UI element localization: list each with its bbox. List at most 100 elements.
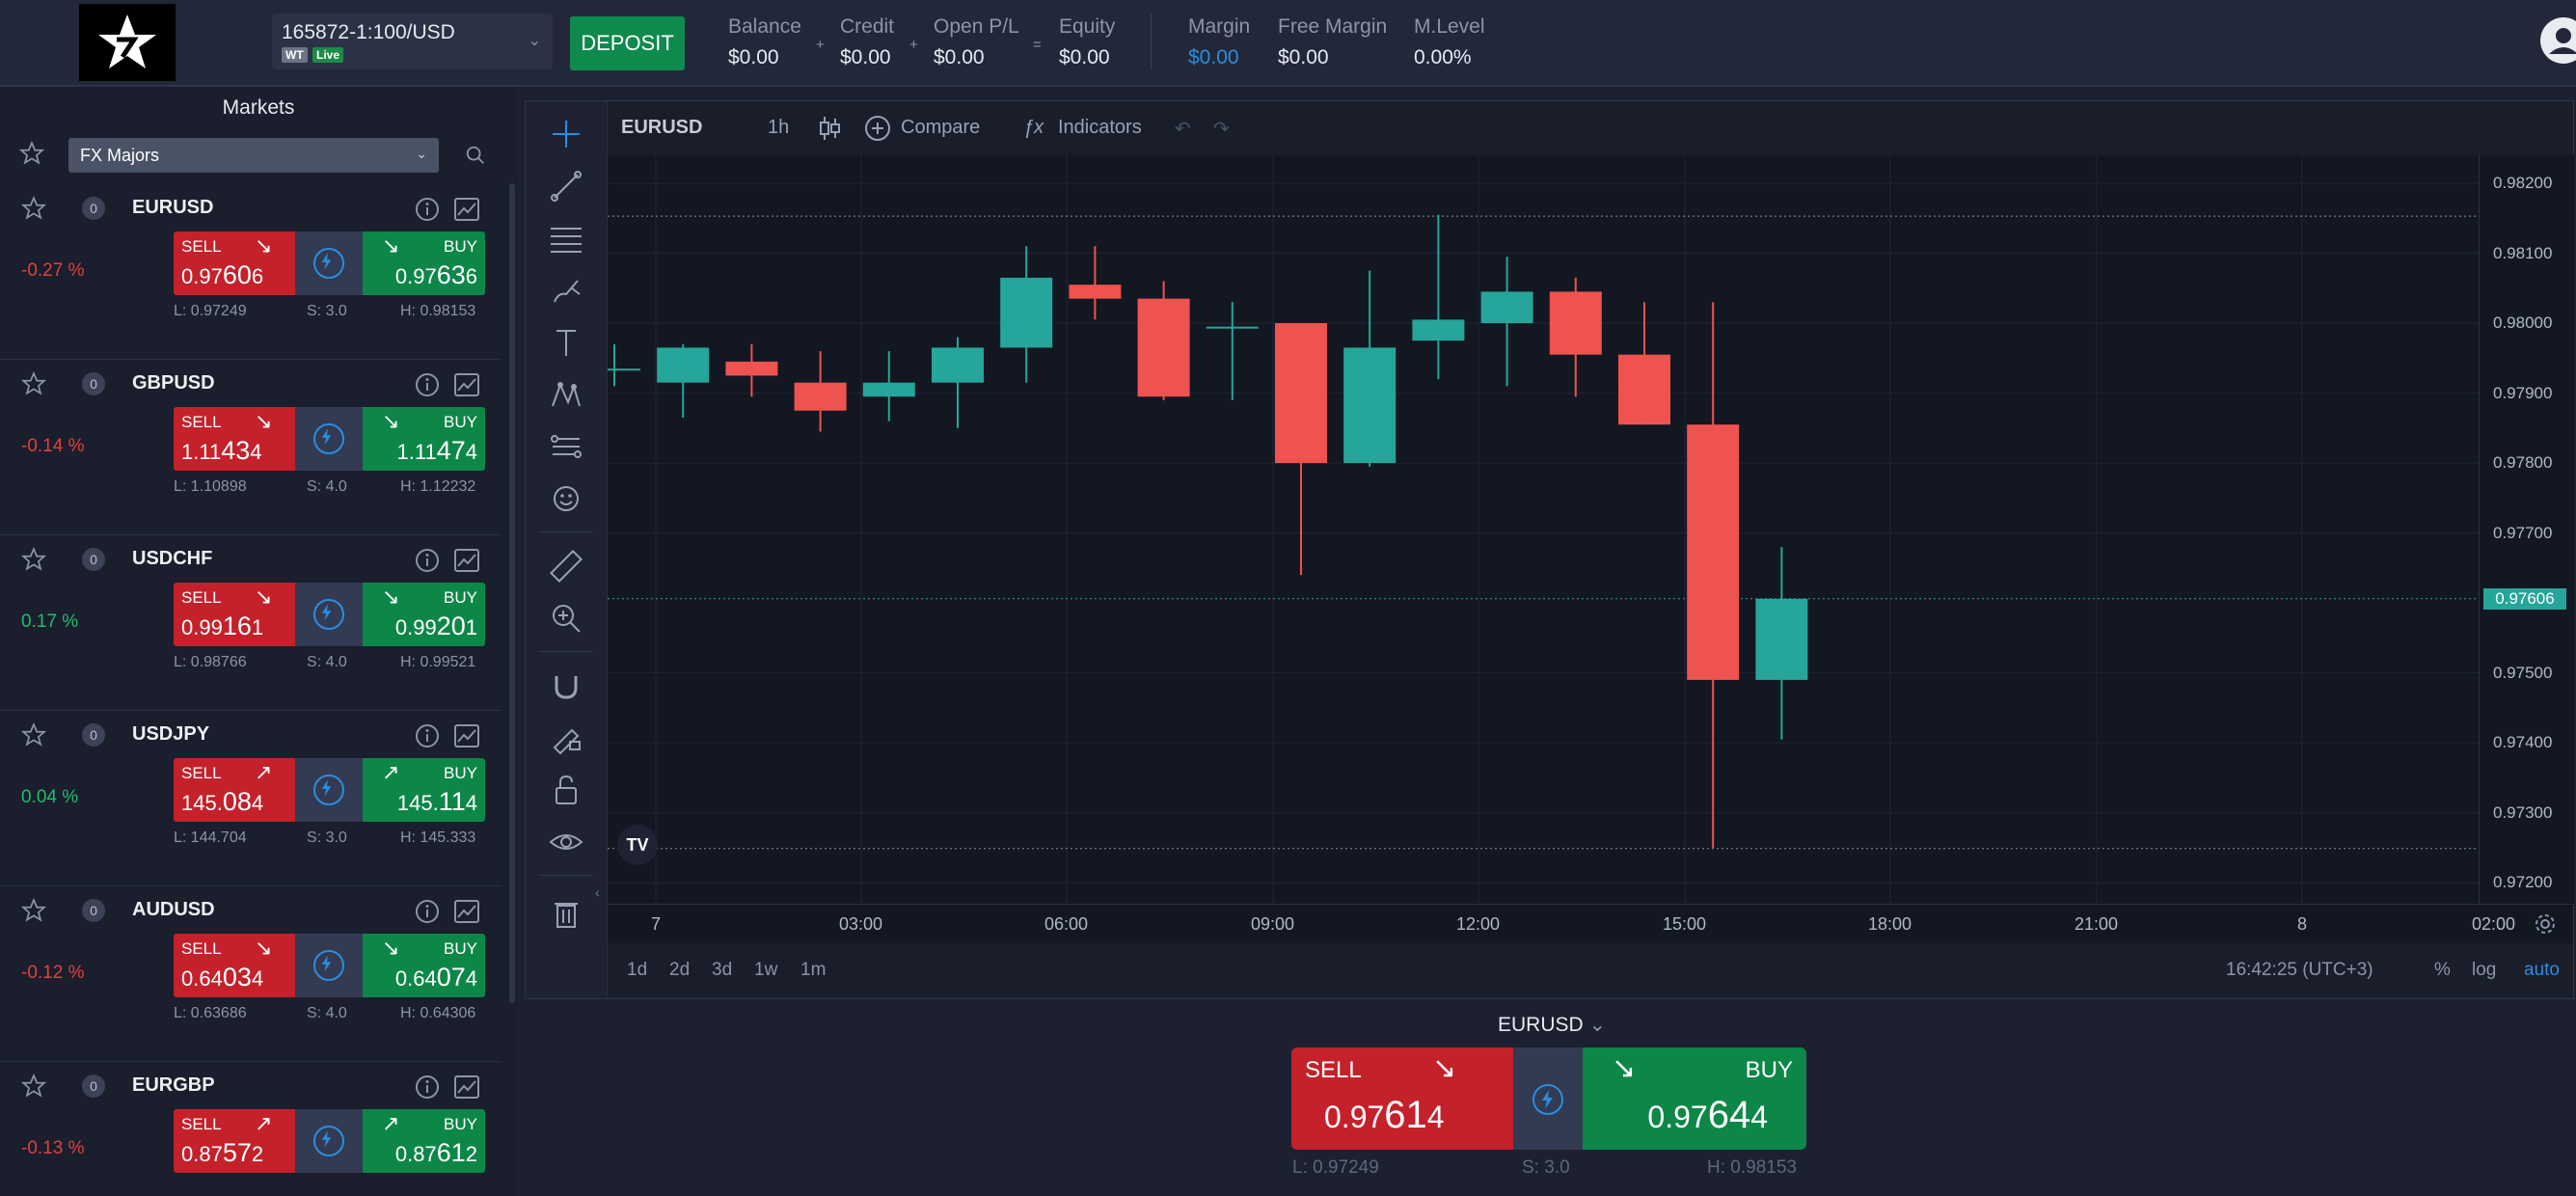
- info-icon[interactable]: [415, 372, 440, 402]
- one-click-trading-toggle[interactable]: [295, 407, 363, 471]
- log-scale-button[interactable]: log: [2472, 960, 2496, 981]
- chart-settings-gear-icon[interactable]: [2534, 912, 2557, 940]
- info-icon[interactable]: [415, 1074, 440, 1104]
- favorite-star-icon[interactable]: [20, 721, 47, 752]
- favorite-star-icon[interactable]: [20, 195, 47, 226]
- market-row-gbpusd[interactable]: 0 GBPUSD -0.14 % SELL ↘ 1.11434 ↘ BUY 1.11474 L: …: [0, 359, 502, 535]
- favorite-star-icon[interactable]: [20, 897, 47, 928]
- info-icon[interactable]: [415, 723, 440, 753]
- range-2d-button[interactable]: 2d: [669, 960, 690, 981]
- collapse-toolbar-icon[interactable]: ‹: [595, 884, 600, 900]
- trash-icon[interactable]: [545, 892, 587, 939]
- horizontal-lines-icon[interactable]: [545, 217, 587, 264]
- user-avatar-icon[interactable]: [2540, 17, 2576, 64]
- text-tool-icon[interactable]: [545, 321, 587, 368]
- buy-button[interactable]: ↗ BUY 0.87612: [363, 1109, 485, 1173]
- chart-clock[interactable]: 16:42:25 (UTC+3): [2226, 960, 2373, 981]
- trade-symbol-selector[interactable]: EURUSD ⌄: [1498, 1013, 1606, 1037]
- sell-button[interactable]: SELL ↘ 0.64034: [174, 934, 295, 997]
- range-1d-button[interactable]: 1d: [627, 960, 647, 981]
- range-1m-button[interactable]: 1m: [800, 960, 826, 981]
- chart-symbol[interactable]: EURUSD: [621, 117, 702, 139]
- sidebar-scrollbar[interactable]: [509, 183, 515, 1003]
- buy-button[interactable]: ↗ BUY 145.114: [363, 758, 485, 822]
- search-icon[interactable]: [465, 145, 486, 171]
- buy-button[interactable]: ↘ BUY 0.64074: [363, 934, 485, 997]
- one-click-trading-toggle[interactable]: [295, 758, 363, 822]
- zoom-in-icon[interactable]: [545, 597, 587, 644]
- market-row-eurusd[interactable]: 0 EURUSD -0.27 % SELL ↘ 0.97606 ↘ BUY 0.97636 L: …: [0, 183, 502, 360]
- market-symbol[interactable]: AUDUSD: [132, 899, 215, 921]
- sell-button[interactable]: SELL ↘ 1.11434: [174, 407, 295, 471]
- chart-icon[interactable]: [453, 1074, 480, 1104]
- market-row-usdjpy[interactable]: 0 USDJPY 0.04 % SELL ↗ 145.084 ↗ BUY 145.114 L: 1…: [0, 710, 502, 886]
- info-icon[interactable]: [415, 899, 440, 929]
- chart-icon[interactable]: [453, 372, 480, 402]
- stat-value: $0.00: [728, 46, 779, 68]
- market-symbol[interactable]: EURUSD: [132, 197, 213, 219]
- lock-drawing-icon[interactable]: [545, 717, 587, 764]
- market-symbol[interactable]: USDCHF: [132, 548, 212, 570]
- pattern-tool-icon[interactable]: [545, 373, 587, 421]
- chart-icon[interactable]: [453, 899, 480, 929]
- eye-icon[interactable]: [545, 821, 587, 868]
- ruler-icon[interactable]: [545, 545, 587, 592]
- sell-button[interactable]: SELL ↘ 0.97614: [1291, 1047, 1513, 1150]
- interval-button[interactable]: 1h: [768, 117, 789, 139]
- buy-button[interactable]: ↘ BUY 0.99201: [363, 583, 485, 646]
- auto-scale-button[interactable]: auto: [2524, 960, 2560, 981]
- tradingview-logo-icon[interactable]: TV: [617, 825, 658, 865]
- info-icon[interactable]: [415, 197, 440, 227]
- indicators-fx-icon[interactable]: ƒx: [1023, 117, 1044, 139]
- candles-icon[interactable]: [818, 115, 841, 147]
- one-click-trading-toggle[interactable]: [1513, 1047, 1583, 1150]
- market-symbol[interactable]: EURGBP: [132, 1074, 215, 1097]
- one-click-trading-toggle[interactable]: [295, 1109, 363, 1173]
- range-3d-button[interactable]: 3d: [712, 960, 732, 981]
- chart-icon[interactable]: [453, 723, 480, 753]
- crosshair-icon[interactable]: [545, 113, 587, 160]
- compare-plus-icon[interactable]: [864, 115, 891, 147]
- trend-line-icon[interactable]: [545, 165, 587, 212]
- one-click-trading-toggle[interactable]: [295, 231, 363, 295]
- buy-button[interactable]: ↘ BUY 0.97636: [363, 231, 485, 295]
- brush-icon[interactable]: [545, 269, 587, 316]
- market-group-select[interactable]: FX Majors ⌄: [68, 138, 439, 173]
- price-axis[interactable]: 0.98200 0.98100 0.98000 0.97900 0.97800 0.977…: [2479, 155, 2574, 904]
- sell-button[interactable]: SELL ↗ 145.084: [174, 758, 295, 822]
- favorite-star-icon[interactable]: [20, 546, 47, 577]
- chart-icon[interactable]: [453, 197, 480, 227]
- deposit-button[interactable]: DEPOSIT: [570, 16, 685, 70]
- emoji-icon[interactable]: [545, 477, 587, 525]
- brand-logo[interactable]: [79, 4, 176, 81]
- unlock-icon[interactable]: [545, 769, 587, 816]
- one-click-trading-toggle[interactable]: [295, 934, 363, 997]
- chart-icon[interactable]: [453, 548, 480, 578]
- market-symbol[interactable]: GBPUSD: [132, 372, 215, 394]
- fib-tool-icon[interactable]: [545, 425, 587, 473]
- buy-button[interactable]: ↘ BUY 0.97644: [1583, 1047, 1806, 1150]
- favorite-star-icon[interactable]: [20, 370, 47, 401]
- redo-icon[interactable]: ↷: [1213, 117, 1230, 141]
- info-icon[interactable]: [415, 548, 440, 578]
- sell-button[interactable]: SELL ↘ 0.99161: [174, 583, 295, 646]
- market-row-eurgbp[interactable]: 0 EURGBP -0.13 % SELL ↗ 0.87572 ↗ BUY 0.87612: [0, 1061, 502, 1196]
- compare-button[interactable]: Compare: [901, 117, 980, 139]
- one-click-trading-toggle[interactable]: [295, 583, 363, 646]
- time-axis[interactable]: 7 03:00 06:00 09:00 12:00 15:00 18:00 21:00 8 02:…: [608, 904, 2573, 943]
- buy-button[interactable]: ↘ BUY 1.11474: [363, 407, 485, 471]
- range-1w-button[interactable]: 1w: [754, 960, 777, 981]
- favorites-star-icon[interactable]: [18, 140, 45, 171]
- magnet-icon[interactable]: [545, 665, 587, 712]
- sell-button[interactable]: SELL ↗ 0.87572: [174, 1109, 295, 1173]
- market-row-usdchf[interactable]: 0 USDCHF 0.17 % SELL ↘ 0.99161 ↘ BUY 0.99201 L: 0…: [0, 534, 502, 711]
- market-row-audusd[interactable]: 0 AUDUSD -0.12 % SELL ↘ 0.64034 ↘ BUY 0.64074 L: …: [0, 885, 502, 1062]
- undo-icon[interactable]: ↶: [1175, 117, 1191, 141]
- indicators-button[interactable]: Indicators: [1058, 117, 1142, 139]
- favorite-star-icon[interactable]: [20, 1073, 47, 1103]
- percent-scale-button[interactable]: %: [2434, 960, 2451, 981]
- account-selector[interactable]: 165872-1:100/USD WT Live ⌄: [272, 14, 553, 69]
- market-symbol[interactable]: USDJPY: [132, 723, 209, 746]
- chart-plot-area[interactable]: TV: [588, 155, 2479, 904]
- sell-button[interactable]: SELL ↘ 0.97606: [174, 231, 295, 295]
